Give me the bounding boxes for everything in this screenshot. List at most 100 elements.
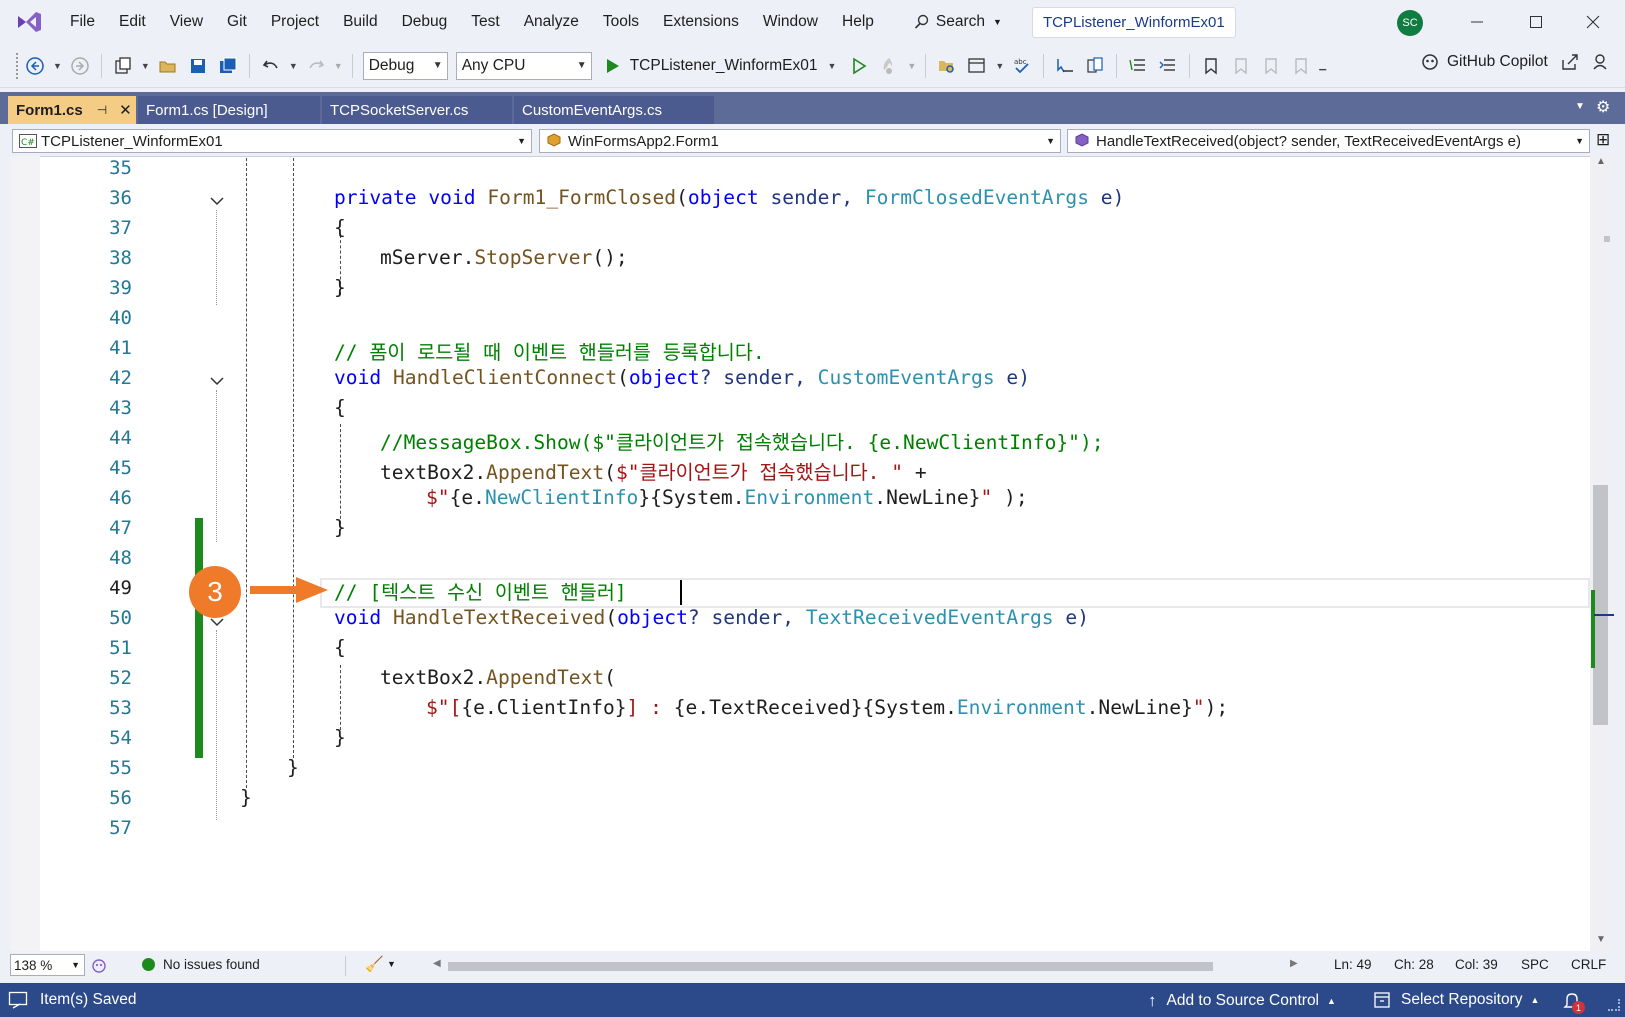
horizontal-scrollbar-thumb[interactable] [448, 962, 1213, 971]
notifications-button[interactable]: 1 [1562, 991, 1585, 1014]
glyph-margin[interactable] [10, 156, 40, 951]
step-into-button[interactable] [1051, 52, 1079, 80]
code-line-41[interactable]: // 폼이 로드될 때 이벤트 핸들러를 등록합니다. [334, 336, 765, 365]
tab-tcpsocketserver-cs[interactable]: TCPSocketServer.cs [322, 96, 512, 124]
comment-lines-button[interactable] [1124, 52, 1152, 80]
browser-link-button[interactable] [963, 52, 991, 80]
tab-form1-cs[interactable]: Form1.cs ⊣ ✕ [8, 96, 136, 124]
spell-check-button[interactable]: abc [1008, 52, 1036, 80]
toggle-bookmark-button[interactable] [1197, 52, 1225, 80]
code-line-52[interactable]: textBox2.AppendText( [380, 666, 616, 689]
select-repository-button[interactable]: Select Repository ▲ [1373, 991, 1539, 1009]
chevron-down-icon[interactable]: ▼ [995, 61, 1004, 71]
undo-button[interactable] [257, 52, 285, 80]
code-line-39[interactable]: } [334, 276, 346, 299]
scroll-left-icon[interactable]: ◀ [433, 958, 441, 969]
previous-bookmark-button[interactable] [1227, 52, 1255, 80]
column-indicator[interactable]: Col: 39 [1455, 957, 1498, 972]
class-dropdown[interactable]: WinFormsApp2.Form1 ▼ [539, 129, 1061, 153]
save-all-button[interactable] [214, 52, 242, 80]
github-copilot-button[interactable]: GitHub Copilot [1420, 52, 1612, 72]
clear-bookmarks-button[interactable] [1287, 52, 1315, 80]
chevron-down-icon[interactable]: ▼ [827, 61, 836, 71]
maximize-button[interactable] [1521, 8, 1551, 36]
project-dropdown[interactable]: C# TCPListener_WinformEx01 ▼ [12, 129, 532, 153]
new-item-button[interactable] [109, 52, 137, 80]
menu-build[interactable]: Build [331, 13, 389, 31]
issues-indicator[interactable]: No issues found [142, 957, 260, 972]
feedback-icon[interactable] [1592, 52, 1612, 72]
chevron-down-icon[interactable]: ▼ [334, 61, 343, 71]
char-indicator[interactable]: Ch: 28 [1394, 957, 1434, 972]
add-to-source-control-button[interactable]: ↑ Add to Source Control ▲ [1148, 991, 1336, 1011]
code-line-56[interactable]: } [240, 786, 252, 809]
share-icon[interactable] [1560, 52, 1580, 72]
menu-project[interactable]: Project [259, 13, 331, 31]
code-line-47[interactable]: } [334, 516, 346, 539]
solution-platform-select[interactable]: Any CPU ▼ [455, 51, 592, 80]
uncomment-lines-button[interactable] [1154, 52, 1182, 80]
collapse-chevron-icon[interactable] [208, 194, 226, 208]
code-editor[interactable] [10, 156, 1590, 951]
start-debugging-button[interactable]: TCPListener_WinformEx01 ▼ [604, 57, 840, 75]
start-without-debugging-button[interactable] [845, 52, 873, 80]
search-button[interactable]: Search ▼ [906, 13, 1010, 31]
code-line-36[interactable]: private void Form1_FormClosed(object sen… [334, 186, 1124, 209]
save-button[interactable] [184, 52, 212, 80]
scroll-up-icon[interactable]: ▲ [1596, 156, 1606, 167]
code-line-45[interactable]: textBox2.AppendText($"클라이언트가 접속했습니다. " + [380, 456, 927, 485]
menu-edit[interactable]: Edit [107, 13, 158, 31]
code-line-38[interactable]: mServer.StopServer(); [380, 246, 628, 269]
menu-window[interactable]: Window [751, 13, 830, 31]
menu-view[interactable]: View [158, 13, 215, 31]
code-line-51[interactable]: { [334, 636, 346, 659]
menu-file[interactable]: File [58, 13, 107, 31]
close-window-button[interactable] [1578, 8, 1608, 36]
split-window-icon[interactable]: ⊞ [1596, 130, 1610, 150]
pin-icon[interactable]: ⊣ [97, 103, 107, 117]
redo-button[interactable] [302, 52, 330, 80]
menu-git[interactable]: Git [215, 13, 259, 31]
code-line-53[interactable]: $"[{e.ClientInfo}] : {e.TextReceived}{Sy… [426, 696, 1228, 719]
menu-extensions[interactable]: Extensions [651, 13, 751, 31]
scroll-down-icon[interactable]: ▼ [1596, 934, 1606, 945]
hot-reload-button[interactable] [875, 52, 903, 80]
tab-list-dropdown-icon[interactable]: ▼ [1575, 101, 1585, 112]
copilot-status-icon[interactable] [90, 957, 108, 975]
settings-gear-icon[interactable]: ⚙ [1596, 97, 1610, 117]
whitespace-indicator[interactable]: SPC [1521, 957, 1549, 972]
profile-avatar[interactable]: SC [1397, 10, 1423, 36]
menu-tools[interactable]: Tools [591, 13, 651, 31]
code-cleanup-icon[interactable]: 🧹 [365, 955, 384, 973]
navigate-back-button[interactable] [21, 52, 49, 80]
menu-test[interactable]: Test [459, 13, 511, 31]
tab-customeventargs-cs[interactable]: CustomEventArgs.cs [514, 96, 714, 124]
code-line-49[interactable]: // [텍스트 수신 이벤트 핸들러] [334, 576, 627, 605]
code-line-37[interactable]: { [334, 216, 346, 239]
menu-debug[interactable]: Debug [390, 13, 460, 31]
collapse-chevron-icon[interactable] [208, 374, 226, 388]
menu-analyze[interactable]: Analyze [512, 13, 591, 31]
chevron-down-icon[interactable]: ▼ [53, 61, 62, 71]
code-line-55[interactable]: } [287, 756, 299, 779]
visual-studio-logo-icon[interactable] [14, 7, 44, 37]
member-dropdown[interactable]: HandleTextReceived(object? sender, TextR… [1067, 129, 1590, 153]
close-icon[interactable]: ✕ [119, 101, 132, 119]
line-indicator[interactable]: Ln: 49 [1334, 957, 1372, 972]
chevron-down-icon[interactable]: ▼ [289, 61, 298, 71]
scroll-right-icon[interactable]: ▶ [1290, 958, 1298, 969]
chevron-down-icon[interactable]: ▼ [141, 61, 150, 71]
code-line-44[interactable]: //MessageBox.Show($"클라이언트가 접속했습니다. {e.Ne… [380, 426, 1104, 455]
chevron-down-icon[interactable]: ▼ [907, 61, 916, 71]
solution-configuration-select[interactable]: Debug ▼ [362, 51, 448, 80]
open-file-button[interactable] [154, 52, 182, 80]
code-line-46[interactable]: $"{e.NewClientInfo}{System.Environment.N… [426, 486, 1028, 509]
navigate-forward-button[interactable] [66, 52, 94, 80]
vertical-scrollbar-thumb[interactable] [1593, 485, 1608, 725]
menu-help[interactable]: Help [830, 13, 886, 31]
next-bookmark-button[interactable] [1257, 52, 1285, 80]
line-ending-indicator[interactable]: CRLF [1571, 957, 1606, 972]
code-line-43[interactable]: { [334, 396, 346, 419]
zoom-level-select[interactable]: 138 % ▼ [10, 954, 85, 976]
code-line-50[interactable]: void HandleTextReceived(object? sender, … [334, 606, 1089, 629]
